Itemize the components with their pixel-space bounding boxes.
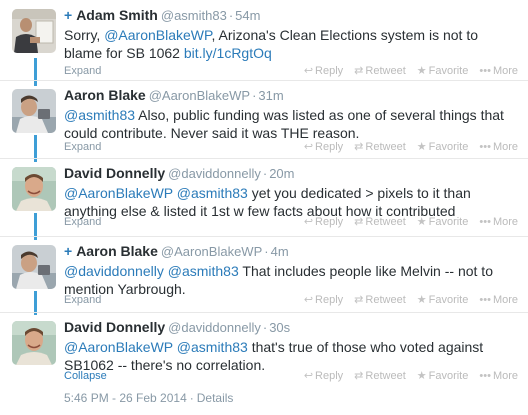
retweet-button[interactable]: ⇄ Retweet: [354, 368, 406, 384]
more-button[interactable]: ••• More: [479, 139, 518, 155]
tweet-actions: ↩ Reply ⇄ Retweet ★ Favorite ••• More: [293, 292, 518, 308]
avatar[interactable]: [12, 245, 56, 289]
favorite-button[interactable]: ★ Favorite: [417, 139, 469, 155]
author-username[interactable]: @daviddonnelly: [168, 166, 261, 181]
tweet-time[interactable]: 20m: [269, 166, 294, 181]
more-button[interactable]: ••• More: [479, 292, 518, 308]
tweet-text: @asmith83 Also, public funding was liste…: [64, 106, 516, 142]
author-name[interactable]: Adam Smith: [76, 7, 158, 23]
tweet[interactable]: + Adam Smith @asmith83 · 54m Sorry, @AaronBl…: [0, 0, 528, 81]
star-icon: ★: [416, 294, 427, 306]
more-dots-icon: •••: [479, 141, 491, 153]
mention-link[interactable]: @AaronBlakeWP: [64, 339, 173, 355]
collapse-link[interactable]: Collapse: [64, 368, 107, 384]
timestamp-datetime[interactable]: 5:46 PM - 26 Feb 2014: [64, 391, 187, 405]
avatar[interactable]: [12, 89, 56, 133]
tweet-timestamp: 5:46 PM - 26 Feb 2014 · Details: [64, 391, 233, 405]
star-icon: ★: [416, 65, 427, 77]
favorite-button[interactable]: ★ Favorite: [417, 368, 469, 384]
mention-link[interactable]: @asmith83: [177, 339, 248, 355]
more-dots-icon: •••: [479, 65, 491, 77]
more-button[interactable]: ••• More: [479, 63, 518, 79]
reply-button[interactable]: ↩ Reply: [304, 63, 343, 79]
header-separator: ·: [228, 8, 234, 23]
tweet-time[interactable]: 31m: [258, 88, 283, 103]
text-segment: Sorry,: [64, 27, 105, 43]
mention-link[interactable]: @asmith83: [177, 185, 248, 201]
retweet-button[interactable]: ⇄ Retweet: [354, 292, 406, 308]
mention-link[interactable]: @asmith83: [64, 107, 135, 123]
author-username[interactable]: @daviddonnelly: [168, 320, 261, 335]
retweet-button[interactable]: ⇄ Retweet: [354, 214, 406, 230]
mention-link[interactable]: @AaronBlakeWP: [104, 27, 211, 43]
tweet-time[interactable]: 30s: [269, 320, 290, 335]
mention-link[interactable]: @asmith83: [168, 263, 239, 279]
url-link[interactable]: bit.ly/1cRgtOq: [184, 45, 272, 61]
author-username[interactable]: @AaronBlakeWP: [161, 244, 262, 259]
author-username[interactable]: @AaronBlakeWP: [149, 88, 250, 103]
author-name[interactable]: David Donnelly: [64, 319, 165, 335]
reply-button[interactable]: ↩ Reply: [304, 139, 343, 155]
retweet-button[interactable]: ⇄ Retweet: [354, 63, 406, 79]
timestamp-separator: ·: [189, 391, 194, 405]
favorite-button[interactable]: ★ Favorite: [417, 292, 469, 308]
star-icon: ★: [416, 370, 427, 382]
tweet-time[interactable]: 4m: [271, 244, 289, 259]
tweet-actions: ↩ Reply ⇄ Retweet ★ Favorite ••• More: [293, 214, 518, 230]
expand-plus-icon[interactable]: +: [64, 243, 72, 259]
expand-link[interactable]: Expand: [64, 292, 101, 308]
favorite-button[interactable]: ★ Favorite: [417, 63, 469, 79]
more-button[interactable]: ••• More: [479, 368, 518, 384]
star-icon: ★: [416, 216, 427, 228]
reply-icon: ↩: [303, 370, 314, 382]
author-name[interactable]: Aaron Blake: [76, 243, 158, 259]
expand-link[interactable]: Expand: [64, 139, 101, 155]
conversation-thread: + Adam Smith @asmith83 · 54m Sorry, @AaronBl…: [0, 0, 528, 415]
mention-link[interactable]: @AaronBlakeWP: [64, 185, 173, 201]
star-icon: ★: [416, 141, 427, 153]
tweet-actions: ↩ Reply ⇄ Retweet ★ Favorite ••• More: [293, 63, 518, 79]
more-button[interactable]: ••• More: [479, 214, 518, 230]
retweet-icon: ⇄: [354, 370, 364, 382]
retweet-icon: ⇄: [354, 216, 364, 228]
more-dots-icon: •••: [479, 294, 491, 306]
expand-link[interactable]: Expand: [64, 214, 101, 230]
more-dots-icon: •••: [479, 216, 491, 228]
reply-icon: ↩: [303, 65, 314, 77]
expand-plus-icon[interactable]: +: [64, 7, 72, 23]
retweet-icon: ⇄: [354, 65, 364, 77]
author-name[interactable]: David Donnelly: [64, 165, 165, 181]
mention-link[interactable]: @daviddonnelly: [64, 263, 164, 279]
author-username[interactable]: @asmith83: [161, 8, 227, 23]
avatar[interactable]: [12, 167, 56, 211]
header-separator: ·: [252, 88, 257, 103]
reply-button[interactable]: ↩ Reply: [304, 214, 343, 230]
favorite-button[interactable]: ★ Favorite: [417, 214, 469, 230]
header-separator: ·: [262, 166, 268, 181]
header-separator: ·: [262, 320, 268, 335]
retweet-icon: ⇄: [354, 294, 364, 306]
reply-icon: ↩: [303, 294, 314, 306]
tweet[interactable]: Aaron Blake @AaronBlakeWP · 31m @asmith83 A…: [0, 80, 528, 159]
reply-button[interactable]: ↩ Reply: [304, 368, 343, 384]
reply-icon: ↩: [303, 141, 314, 153]
tweet[interactable]: + Aaron Blake @AaronBlakeWP · 4m @daviddonne…: [0, 236, 528, 313]
tweet-text: Sorry, @AaronBlakeWP, Arizona's Clean El…: [64, 26, 516, 62]
tweet[interactable]: David Donnelly @daviddonnelly · 20m @AaronB…: [0, 158, 528, 237]
avatar[interactable]: [12, 321, 56, 365]
header-separator: ·: [264, 244, 269, 259]
retweet-icon: ⇄: [354, 141, 364, 153]
author-name[interactable]: Aaron Blake: [64, 87, 146, 103]
tweet-actions: ↩ Reply ⇄ Retweet ★ Favorite ••• More: [293, 368, 518, 384]
tweet-actions: ↩ Reply ⇄ Retweet ★ Favorite ••• More: [293, 139, 518, 155]
avatar[interactable]: [12, 9, 56, 53]
reply-icon: ↩: [303, 216, 314, 228]
retweet-button[interactable]: ⇄ Retweet: [354, 139, 406, 155]
more-dots-icon: •••: [479, 370, 491, 382]
tweet-time[interactable]: 54m: [235, 8, 260, 23]
tweet[interactable]: David Donnelly @daviddonnelly · 30s @AaronB…: [0, 312, 528, 384]
reply-button[interactable]: ↩ Reply: [304, 292, 343, 308]
expand-link[interactable]: Expand: [64, 63, 101, 79]
details-link[interactable]: Details: [197, 391, 234, 405]
